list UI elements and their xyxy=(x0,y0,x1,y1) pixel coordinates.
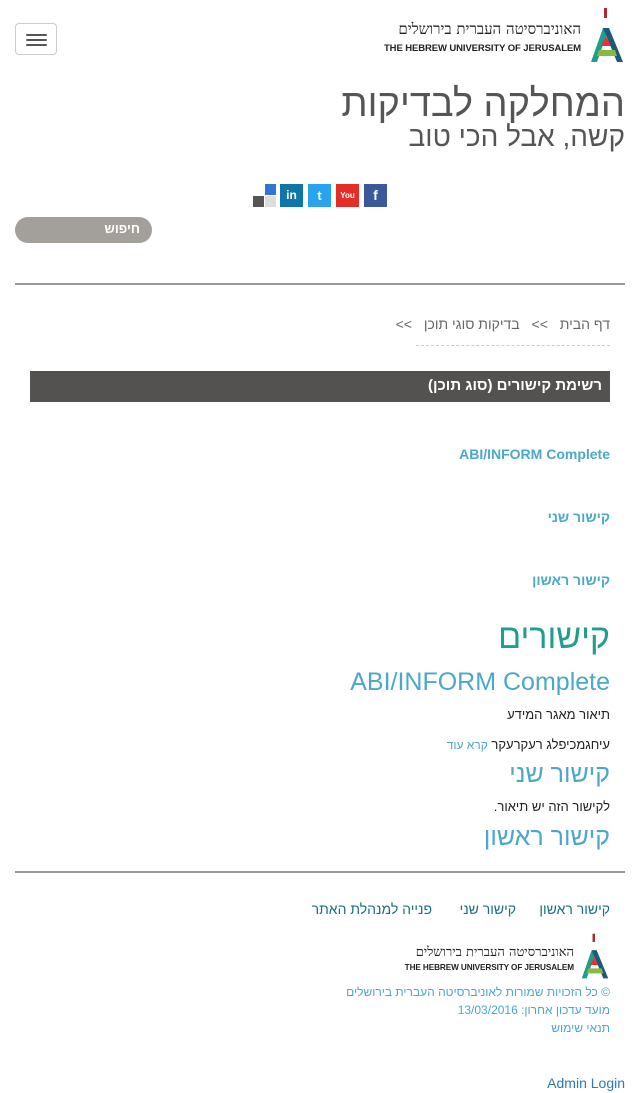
last-updated-text: מועד עדכון אחרון: 13/03/2016 xyxy=(457,1003,610,1017)
header-divider xyxy=(15,283,625,285)
university-emblem-icon xyxy=(581,933,609,979)
breadcrumb: דף הבית >> בדיקות סוגי תוכן >> xyxy=(396,316,610,332)
breadcrumb-underline xyxy=(416,345,610,346)
block-link-second[interactable]: קישור שני xyxy=(548,509,610,525)
site-slogan: קשה, אבל הכי טוב xyxy=(408,121,625,152)
university-logo[interactable]: האוניברסיטה העברית בירושלים THE HEBREW U… xyxy=(384,6,625,64)
footer-link-first[interactable]: קישור ראשון xyxy=(539,901,610,917)
footer-link-contact[interactable]: פנייה למנהלת האתר xyxy=(312,901,432,917)
twitter-icon[interactable]: t xyxy=(308,184,331,207)
admin-login-link[interactable]: Admin Login xyxy=(547,1075,625,1091)
hamburger-bar xyxy=(26,34,47,36)
link-item-title[interactable]: קישור ראשון xyxy=(484,822,610,852)
breadcrumb-home[interactable]: דף הבית xyxy=(560,316,610,332)
link-item-description: לקישור הזה יש תיאור. xyxy=(493,799,610,814)
read-more-link[interactable]: קרא עוד xyxy=(447,738,488,752)
footer-university-logo[interactable]: האוניברסיטה העברית בירושלים THE HEBREW U… xyxy=(405,932,610,980)
youtube-icon[interactable]: You xyxy=(336,184,359,207)
linkedin-icon[interactable]: in xyxy=(280,184,303,207)
facebook-icon[interactable]: f xyxy=(364,184,387,207)
logo-hebrew-text: האוניברסיטה העברית בירושלים xyxy=(415,945,574,960)
link-item-extra-description: עיחגמכיפלג רעקרעקר קרא עוד xyxy=(447,737,610,752)
block-title: רשימת קישורים (סוג תוכן) xyxy=(427,377,602,394)
university-emblem-icon xyxy=(591,8,623,62)
delicious-icon[interactable] xyxy=(253,184,276,207)
logo-english-text: THE HEBREW UNIVERSITY OF JERUSALEM xyxy=(383,43,581,54)
search-label: חיפוש xyxy=(104,221,140,236)
terms-of-use-link[interactable]: תנאי שימוש xyxy=(551,1021,610,1035)
logo-hebrew-text: האוניברסיטה העברית בירושלים xyxy=(398,20,581,38)
footer-link-second[interactable]: קישור שני xyxy=(460,901,516,917)
copyright-text: © כל הזכויות שמורות לאוניברסיטה העברית ב… xyxy=(346,985,610,999)
site-title[interactable]: המחלקה לבדיקות xyxy=(341,82,625,126)
footer-divider xyxy=(15,871,625,873)
extra-description-text: עיחגמכיפלג רעקרעקר xyxy=(491,737,610,752)
link-item-title[interactable]: קישור שני xyxy=(509,759,610,789)
link-item-description: תיאור מאגר המידע xyxy=(507,707,610,722)
block-link-abi[interactable]: ABI/INFORM Complete xyxy=(459,446,610,462)
hamburger-bar xyxy=(26,39,47,41)
breadcrumb-section[interactable]: בדיקות סוגי תוכן xyxy=(424,316,520,332)
breadcrumb-separator: >> xyxy=(531,316,548,332)
logo-english-text: THE HEBREW UNIVERSITY OF JERUSALEM xyxy=(404,963,574,972)
block-header: רשימת קישורים (סוג תוכן) xyxy=(30,371,610,402)
block-link-first[interactable]: קישור ראשון xyxy=(532,572,610,588)
link-item-title[interactable]: ABI/INFORM Complete xyxy=(350,667,610,697)
links-heading: קישורים xyxy=(498,618,610,656)
search-button[interactable]: חיפוש xyxy=(15,217,152,243)
menu-toggle-button[interactable] xyxy=(15,23,57,55)
breadcrumb-separator: >> xyxy=(395,316,412,332)
hamburger-bar xyxy=(26,44,47,46)
